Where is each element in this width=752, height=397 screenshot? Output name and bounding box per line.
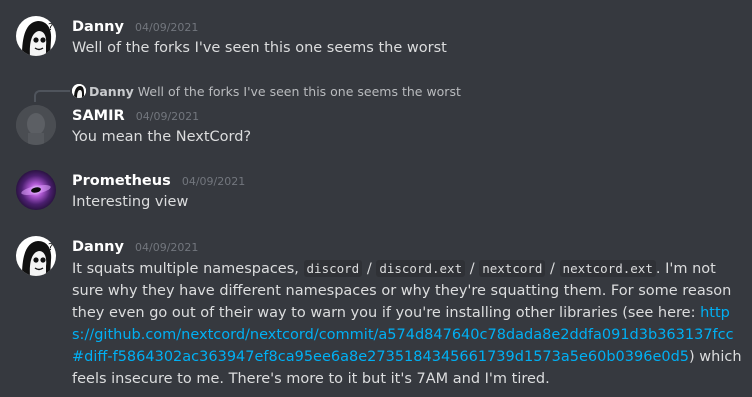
code-discord-ext: discord.ext <box>376 260 466 277</box>
code-discord: discord <box>303 260 363 277</box>
reply-spine <box>34 90 70 102</box>
timestamp: 04/09/2021 <box>135 21 199 34</box>
message-danny-1: ? Danny 04/09/2021 Well of the forks I'v… <box>0 0 752 70</box>
svg-text:?: ? <box>48 242 53 253</box>
separator: / <box>366 261 372 277</box>
username[interactable]: Danny <box>72 239 124 255</box>
timestamp: 04/09/2021 <box>135 241 199 254</box>
timestamp: 04/09/2021 <box>135 110 200 123</box>
text-intro: It squats multiple namespaces, <box>72 261 299 277</box>
code-nextcord: nextcord <box>479 260 546 277</box>
message-text: Well of the forks I've seen this one see… <box>72 40 447 56</box>
timestamp: 04/09/2021 <box>181 175 246 188</box>
danny-mini-avatar <box>72 84 86 98</box>
reply-text: Well of the forks I've seen this one see… <box>137 84 461 99</box>
username[interactable]: Prometheus <box>72 173 171 189</box>
separator: / <box>469 261 475 277</box>
svg-text:?: ? <box>48 22 53 33</box>
message-text: Interesting view <box>72 194 189 210</box>
username[interactable]: SAMIR <box>72 108 125 124</box>
prometheus-avatar[interactable] <box>16 170 56 210</box>
code-nextcord-ext: nextcord.ext <box>559 260 656 277</box>
username[interactable]: Danny <box>72 19 124 35</box>
reply-username[interactable]: Danny <box>89 84 134 99</box>
message-text: You mean the NextCord? <box>72 129 252 145</box>
message-text: It squats multiple namespaces, discord /… <box>72 258 744 390</box>
samir-avatar[interactable] <box>16 105 56 145</box>
reply-reference[interactable]: Danny Well of the forks I've seen this o… <box>72 84 461 99</box>
danny-avatar[interactable]: ? <box>16 236 56 276</box>
separator: / <box>550 261 555 277</box>
danny-avatar[interactable]: ? <box>16 16 56 56</box>
